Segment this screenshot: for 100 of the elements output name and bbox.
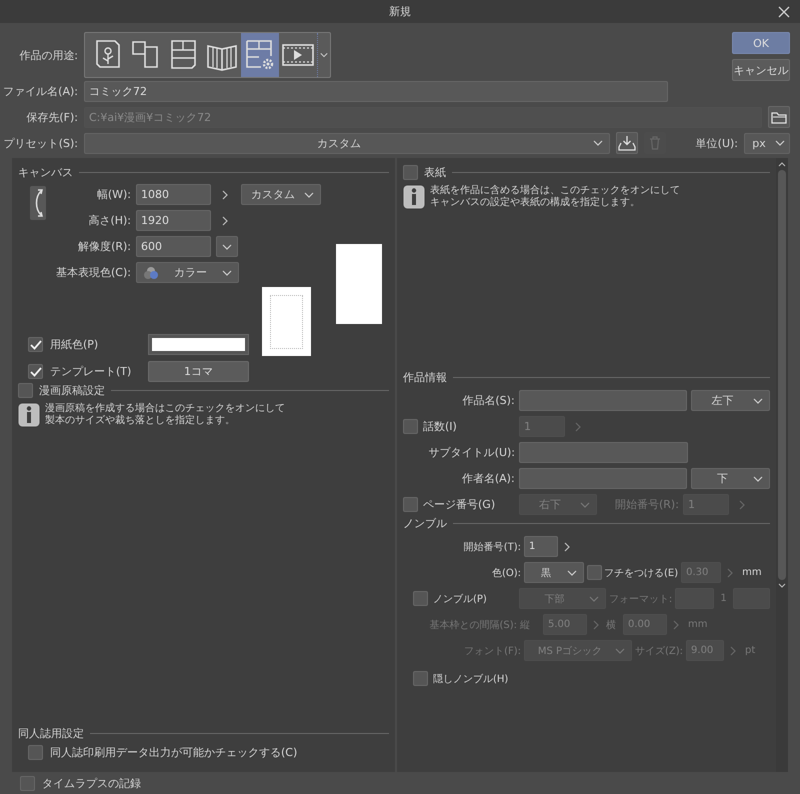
field-label: pt — [745, 645, 756, 656]
section-title: 漫画原稿設定 — [39, 382, 105, 398]
scroll-up-icon — [778, 161, 786, 167]
field-label: 単位(U): — [696, 136, 738, 150]
section-title: 表紙 — [424, 164, 446, 180]
info-text: 漫画原稿を作成する場合はこのチェックをオンにして — [45, 403, 285, 414]
checkbox[interactable] — [403, 419, 418, 434]
field-label: mm — [688, 619, 708, 630]
input-field[interactable] — [518, 390, 688, 411]
checkbox[interactable] — [28, 337, 43, 352]
window-title: 新規 — [389, 4, 411, 19]
field-label: ノンブル(P) — [433, 592, 487, 606]
input-field[interactable] — [519, 442, 688, 463]
chevron-down-icon — [320, 52, 328, 58]
checkbox[interactable] — [18, 382, 33, 398]
scroll-down-icon — [778, 583, 786, 589]
dropdown[interactable]: px — [744, 132, 790, 154]
swap-orientation-button[interactable] — [30, 186, 46, 220]
field-label: 解像度(R): — [77, 239, 131, 254]
field-label: 作品名(S): — [461, 393, 515, 408]
input-field[interactable]: 1920 — [136, 210, 211, 231]
input-field[interactable]: 600 — [136, 236, 211, 257]
info-text: キャンバスの設定や表紙の構成を指定します。 — [430, 197, 641, 209]
template-preview — [262, 287, 311, 356]
input-field[interactable]: 1080 — [136, 184, 211, 205]
checkbox[interactable] — [28, 364, 43, 379]
paper-color-swatch[interactable] — [148, 334, 249, 355]
field-label: ページ番号(G) — [423, 497, 496, 512]
field-label: 基本枠との間隔(S): — [428, 618, 517, 632]
field-label: フチをつける(E) — [604, 566, 678, 580]
field-label: 保存先(F): — [25, 110, 78, 124]
chevron-down-icon — [588, 596, 599, 602]
info-icon — [403, 185, 425, 209]
chevron-right-icon — [564, 542, 570, 552]
dropdown-button[interactable] — [216, 236, 238, 257]
cancel-button[interactable]: キャンセル — [732, 59, 790, 81]
chevron-down-icon — [615, 648, 625, 654]
save-preset-button[interactable] — [616, 132, 638, 154]
trash-icon — [648, 136, 661, 150]
checkbox[interactable] — [587, 565, 602, 580]
checkbox[interactable] — [413, 591, 428, 606]
dropdown[interactable]: カスタム — [241, 184, 321, 205]
chevron-right-icon — [222, 190, 228, 200]
field-label: タイムラプスの記録 — [42, 776, 141, 790]
input-field[interactable]: 1 — [524, 536, 558, 557]
folder-button[interactable] — [768, 106, 790, 128]
info-text: 表紙を作品に含める場合は、このチェックをオンにして — [430, 185, 680, 196]
scrollbar[interactable] — [776, 158, 788, 772]
checkbox[interactable] — [28, 744, 43, 760]
chevron-down-icon — [567, 570, 577, 576]
field-label: ファイル名(A): — [2, 84, 78, 99]
field-label: 開始番号(R): — [615, 497, 679, 512]
field-label: 縦 — [520, 618, 531, 632]
field-label: 1 — [719, 593, 728, 604]
field-label: フォーマット: — [608, 592, 672, 606]
chevron-down-icon — [304, 192, 314, 198]
field-label: 横 — [606, 618, 617, 632]
chevron-right-icon — [738, 500, 745, 510]
folder-icon — [771, 110, 787, 124]
field-label: 幅(W): — [96, 187, 131, 202]
close-icon — [778, 6, 790, 18]
info-icon — [18, 403, 40, 427]
section-title: 同人誌用設定 — [18, 726, 84, 740]
field-label: 話数(I) — [423, 419, 457, 434]
chevron-down-icon — [753, 476, 764, 482]
checkbox[interactable] — [413, 671, 428, 686]
scrollbar-thumb[interactable] — [778, 170, 786, 580]
field-label: フォント(F): — [463, 644, 521, 658]
chevron-right-icon — [727, 568, 734, 578]
chevron-down-icon — [580, 502, 590, 508]
ok-button[interactable]: OK — [732, 32, 790, 54]
section-title: ノンブル — [403, 516, 447, 530]
field-label: 作者名(A): — [460, 471, 515, 486]
input-field[interactable]: コミック72 — [84, 81, 668, 102]
dropdown[interactable]: 左下 — [691, 390, 770, 411]
color-circles-icon — [143, 266, 159, 280]
checkmark-icon — [30, 340, 42, 350]
chevron-right-icon — [730, 646, 736, 656]
template-button[interactable]: 1コマ — [148, 361, 249, 382]
field-label: mm — [742, 567, 762, 578]
chevron-right-icon — [575, 422, 581, 432]
field-label: 高さ(H): — [87, 213, 131, 228]
checkbox[interactable] — [20, 776, 35, 790]
dropdown[interactable]: 下 — [691, 468, 770, 489]
dropdown[interactable]: 黒 — [524, 562, 584, 583]
checkbox[interactable] — [403, 164, 418, 180]
input-field[interactable] — [518, 468, 688, 489]
field-label: 隠しノンブル(H) — [433, 672, 508, 686]
usage-option[interactable] — [241, 33, 279, 77]
field-label: 開始番号(T): — [462, 540, 521, 554]
chevron-down-icon — [775, 140, 785, 146]
dropdown[interactable]: カラー — [136, 262, 239, 283]
field-label: サブタイトル(U): — [428, 445, 515, 460]
chevron-down-icon — [222, 270, 232, 276]
info-text: 製本のサイズや裁ち落としを指定します。 — [45, 415, 236, 427]
field-label: プリセット(S): — [2, 136, 78, 150]
chevron-down-icon — [592, 140, 603, 146]
field-label: 色(O): — [490, 566, 521, 580]
dropdown[interactable]: カスタム — [84, 132, 610, 154]
checkbox[interactable] — [403, 497, 418, 512]
